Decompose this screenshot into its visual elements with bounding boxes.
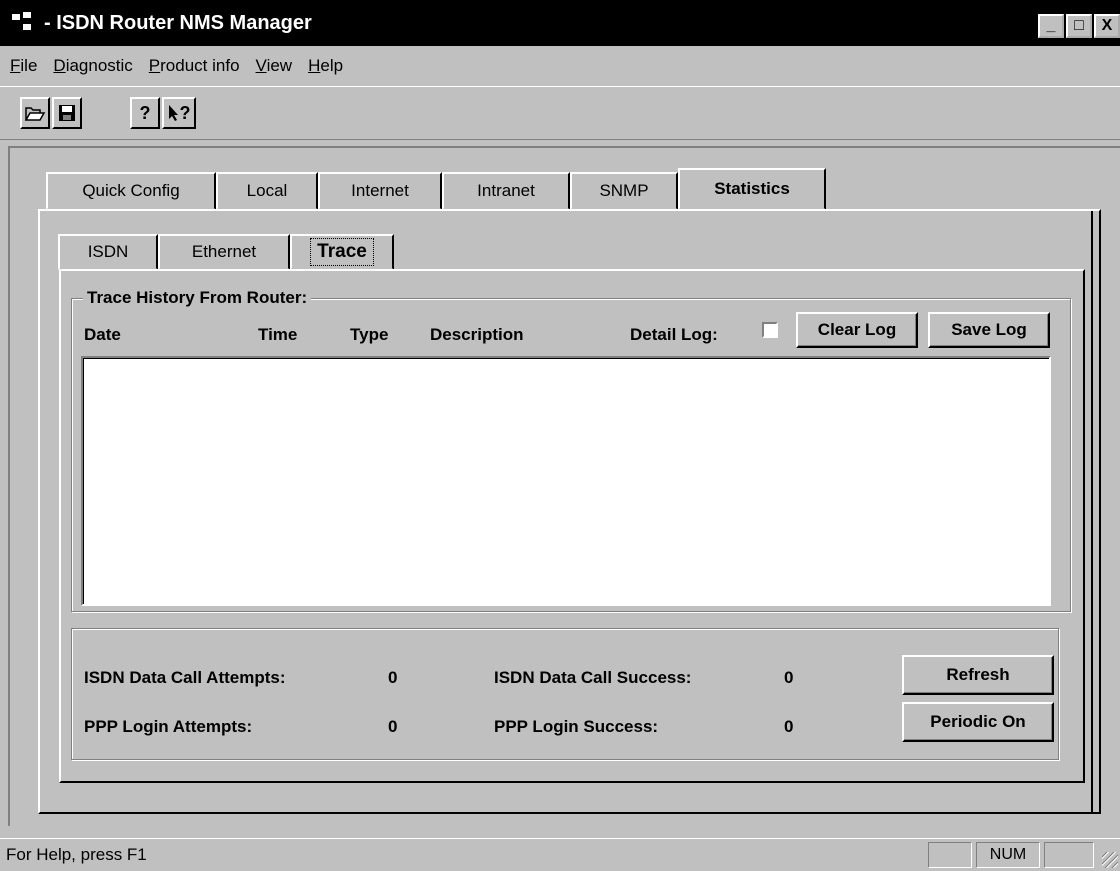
context-help-icon [168,105,178,121]
window-title: - ISDN Router NMS Manager [44,11,312,34]
save-log-button[interactable]: Save Log [928,312,1050,348]
tab-statistics[interactable]: Statistics [678,168,826,210]
title-bar: - ISDN Router NMS Manager _ □ X [0,0,1120,46]
menu-product-info[interactable]: Product info [143,56,246,76]
column-date: Date [84,325,121,344]
isdn-success-label: ISDN Data Call Success: [494,668,692,687]
detail-log-label: Detail Log: [630,325,718,344]
subtab-ethernet[interactable]: Ethernet [158,234,290,270]
status-text: For Help, press F1 [6,845,147,864]
save-button[interactable] [52,97,82,129]
trace-history-list[interactable] [81,356,1051,606]
scroll-indicator [1044,842,1094,868]
column-type: Type [350,325,389,344]
resize-grip-icon[interactable] [1102,852,1118,868]
column-time: Time [258,325,298,344]
isdn-attempts-value: 0 [388,668,398,687]
ppp-attempts-value: 0 [388,717,398,736]
ppp-attempts-label: PPP Login Attempts: [84,717,253,736]
column-description: Description [430,325,524,344]
tab-snmp[interactable]: SNMP [570,172,678,210]
ppp-success-value: 0 [784,717,794,736]
subtab-trace[interactable]: Trace [290,234,394,270]
refresh-button[interactable]: Refresh [902,655,1054,695]
open-icon [24,107,46,121]
tab-internet[interactable]: Internet [318,172,442,210]
app-network-icon[interactable] [12,12,34,34]
detail-log-checkbox[interactable] [762,322,778,338]
tab-quick-config[interactable]: Quick Config [46,172,216,210]
tab-intranet[interactable]: Intranet [442,172,570,210]
menu-bar: File Diagnostic Product info View Help [0,48,1120,84]
ppp-success-label: PPP Login Success: [494,717,659,736]
close-button[interactable]: X [1094,14,1120,38]
menu-diagnostic[interactable]: Diagnostic [47,56,138,76]
main-tab-strip: Quick Config Local Internet Intranet SNM… [46,168,826,210]
menu-view[interactable]: View [250,56,299,76]
menu-help[interactable]: Help [302,56,349,76]
minimize-button[interactable]: _ [1038,14,1064,38]
help-button[interactable]: ? [130,97,160,129]
trace-history-title: Trace History From Router: [83,288,312,308]
isdn-success-value: 0 [784,668,794,687]
context-help-button[interactable]: ? [162,97,196,129]
tab-local[interactable]: Local [216,172,318,210]
num-indicator: NUM [976,842,1040,868]
save-icon [59,105,75,121]
periodic-on-button[interactable]: Periodic On [902,702,1054,742]
isdn-attempts-label: ISDN Data Call Attempts: [84,668,286,687]
subtab-isdn[interactable]: ISDN [58,234,158,270]
open-button[interactable] [20,97,50,129]
toolbar: ? ? [0,86,1120,140]
clear-log-button[interactable]: Clear Log [796,312,918,348]
sub-tab-strip: ISDN Ethernet Trace [58,234,394,270]
help-icon: ? [139,102,151,123]
menu-file[interactable]: File [4,56,43,76]
maximize-button[interactable]: □ [1066,14,1092,38]
caps-indicator [928,842,972,868]
